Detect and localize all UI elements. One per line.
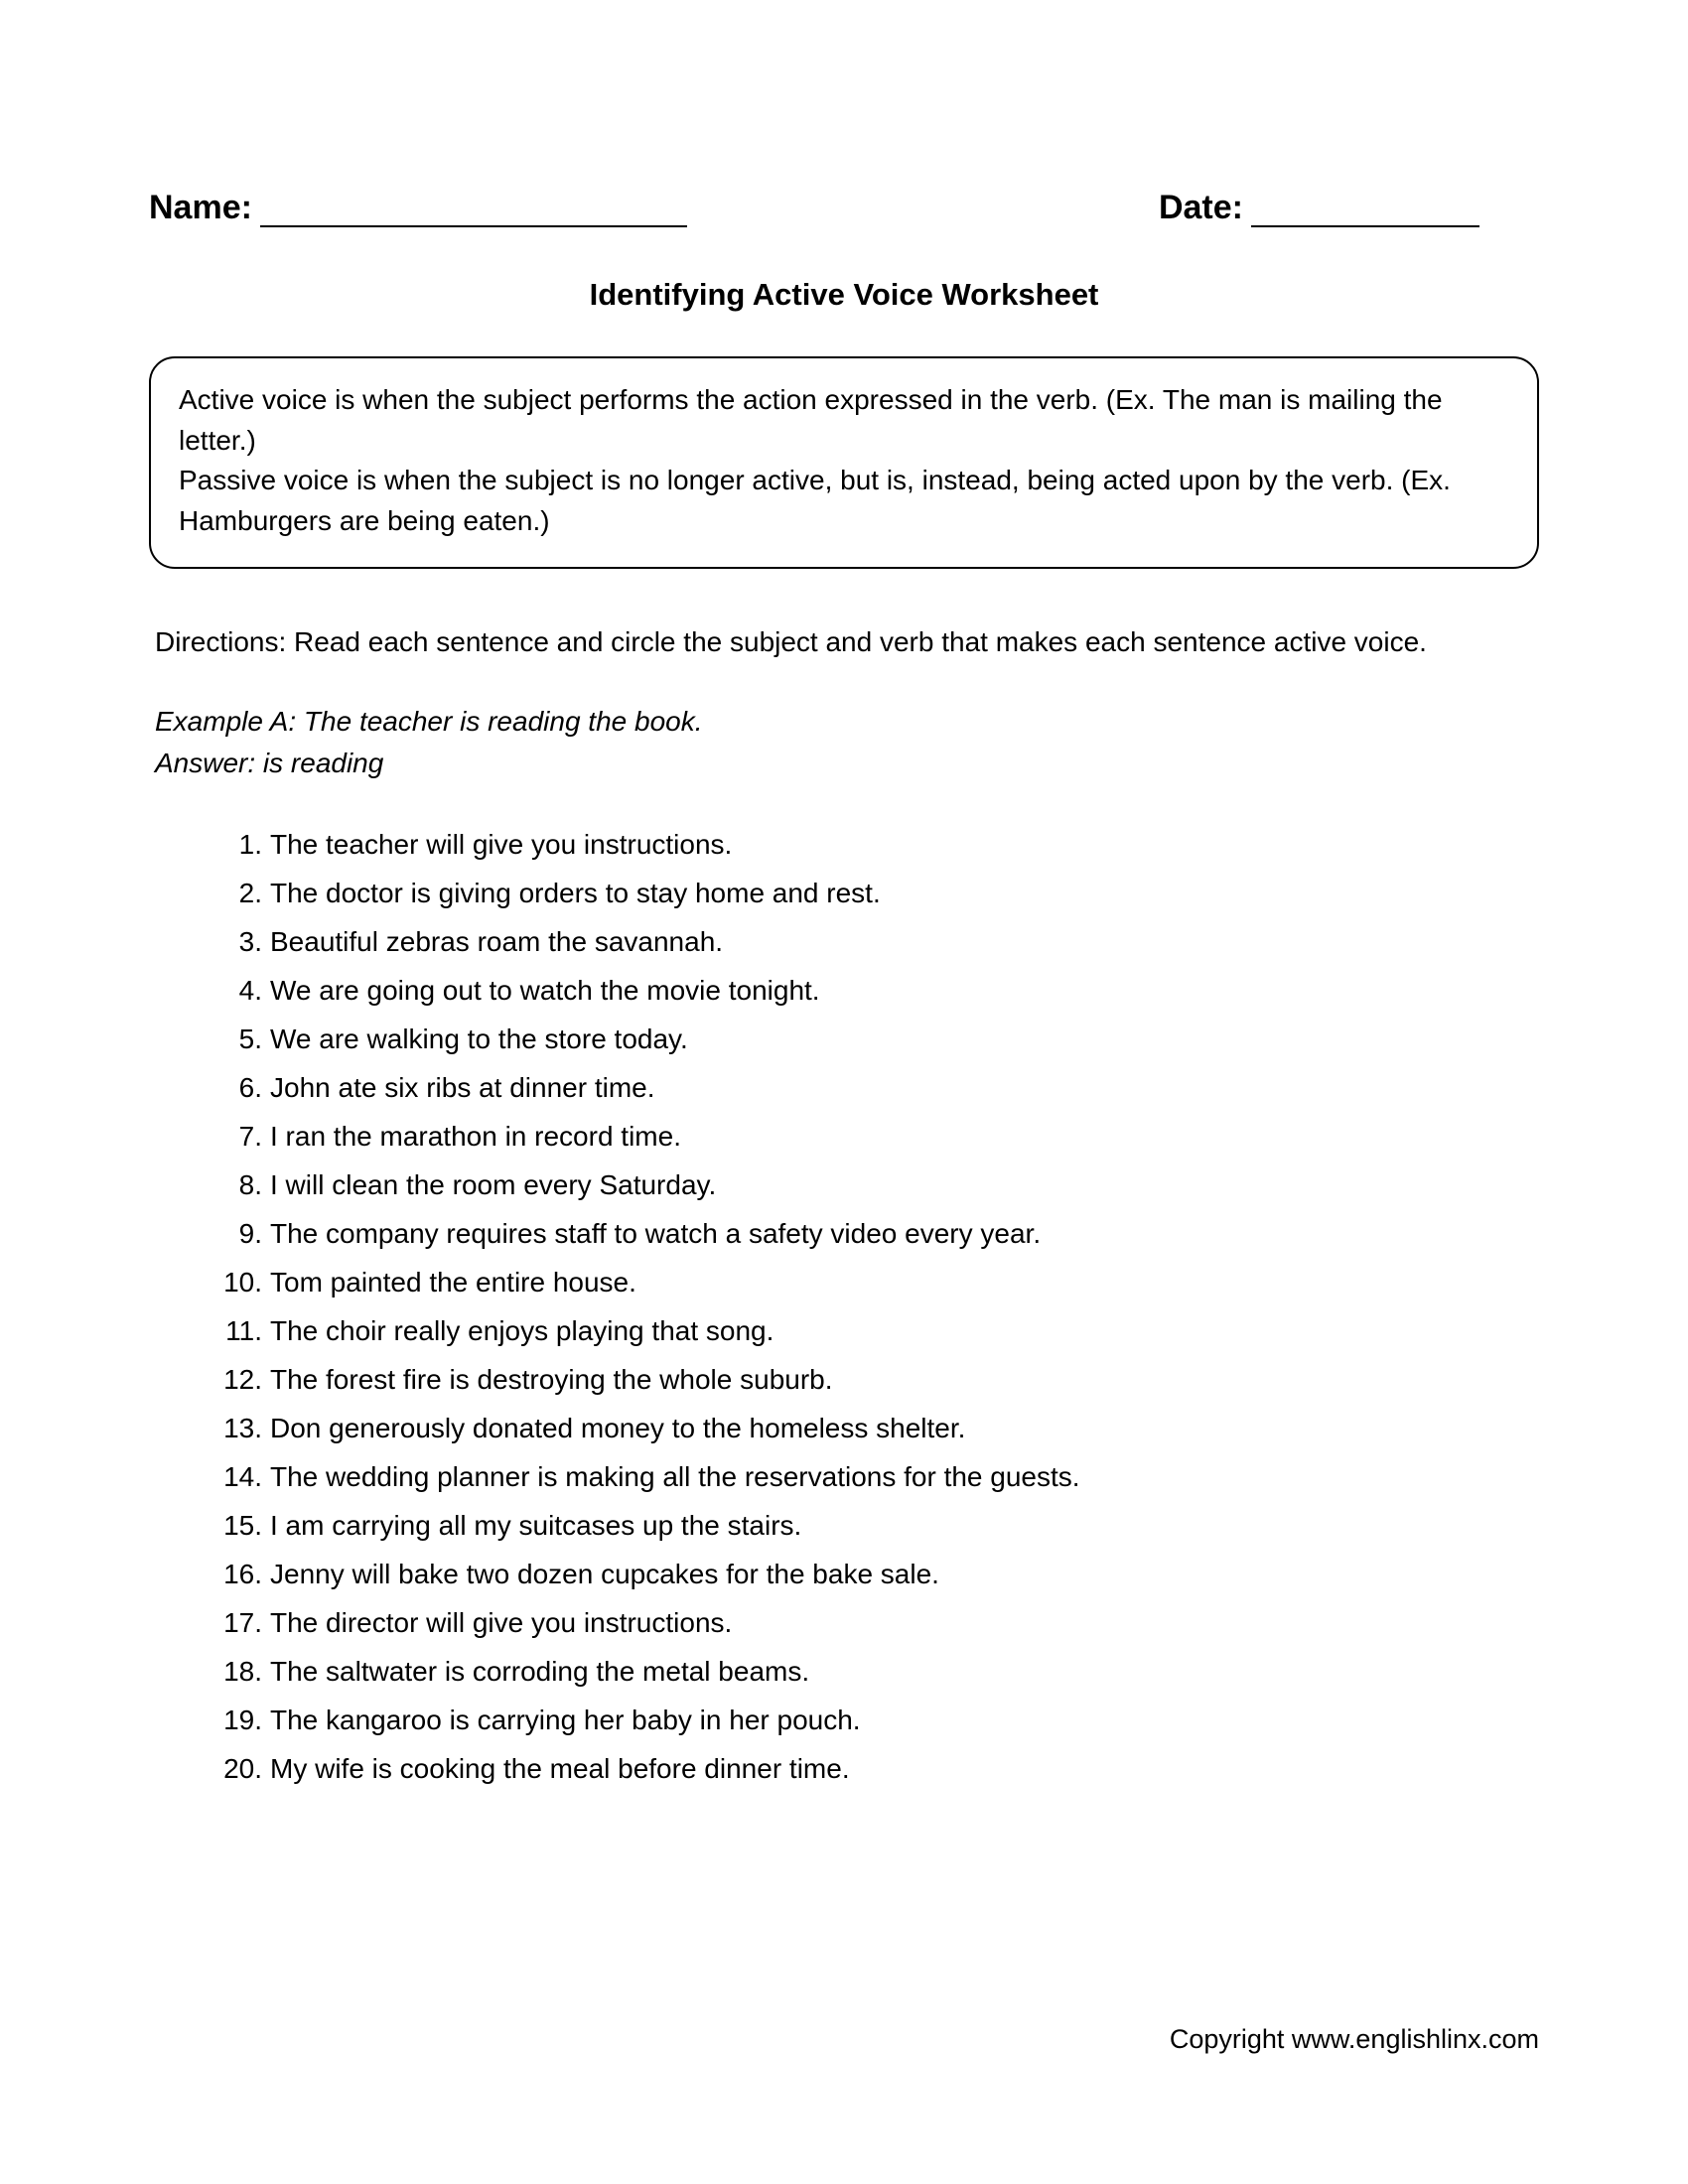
list-item: The kangaroo is carrying her baby in her…: [218, 1696, 1539, 1744]
list-item: My wife is cooking the meal before dinne…: [218, 1744, 1539, 1793]
date-field-group: Date:: [1159, 189, 1479, 227]
name-field-group: Name:: [149, 189, 687, 227]
list-item: Don generously donated money to the home…: [218, 1404, 1539, 1452]
list-item: The choir really enjoys playing that son…: [218, 1306, 1539, 1355]
list-item: The forest fire is destroying the whole …: [218, 1355, 1539, 1404]
instruction-line-1: Active voice is when the subject perform…: [179, 380, 1509, 461]
worksheet-title: Identifying Active Voice Worksheet: [149, 277, 1539, 313]
list-item: I ran the marathon in record time.: [218, 1112, 1539, 1160]
list-item: The saltwater is corroding the metal bea…: [218, 1647, 1539, 1696]
list-item: We are going out to watch the movie toni…: [218, 966, 1539, 1015]
list-item: Jenny will bake two dozen cupcakes for t…: [218, 1550, 1539, 1598]
list-item: The director will give you instructions.: [218, 1598, 1539, 1647]
list-item: The wedding planner is making all the re…: [218, 1452, 1539, 1501]
list-item: I will clean the room every Saturday.: [218, 1160, 1539, 1209]
name-label: Name:: [149, 189, 252, 227]
worksheet-page: Name: Date: Identifying Active Voice Wor…: [0, 0, 1688, 2184]
list-item: John ate six ribs at dinner time.: [218, 1063, 1539, 1112]
date-input-line[interactable]: [1251, 194, 1479, 227]
list-item: Tom painted the entire house.: [218, 1258, 1539, 1306]
example-line-1: Example A: The teacher is reading the bo…: [155, 701, 1533, 743]
example-line-2: Answer: is reading: [155, 743, 1533, 784]
list-item: The company requires staff to watch a sa…: [218, 1209, 1539, 1258]
instruction-box: Active voice is when the subject perform…: [149, 356, 1539, 569]
instruction-line-2: Passive voice is when the subject is no …: [179, 461, 1509, 541]
header-row: Name: Date:: [149, 189, 1539, 227]
example-block: Example A: The teacher is reading the bo…: [155, 701, 1533, 784]
directions-text: Directions: Read each sentence and circl…: [155, 622, 1533, 663]
name-input-line[interactable]: [260, 194, 687, 227]
list-item: Beautiful zebras roam the savannah.: [218, 917, 1539, 966]
list-item: We are walking to the store today.: [218, 1015, 1539, 1063]
copyright-footer: Copyright www.englishlinx.com: [1170, 2024, 1539, 2055]
list-item: The doctor is giving orders to stay home…: [218, 869, 1539, 917]
date-label: Date:: [1159, 189, 1243, 227]
list-item: I am carrying all my suitcases up the st…: [218, 1501, 1539, 1550]
sentence-list: The teacher will give you instructions. …: [218, 820, 1539, 1793]
list-item: The teacher will give you instructions.: [218, 820, 1539, 869]
